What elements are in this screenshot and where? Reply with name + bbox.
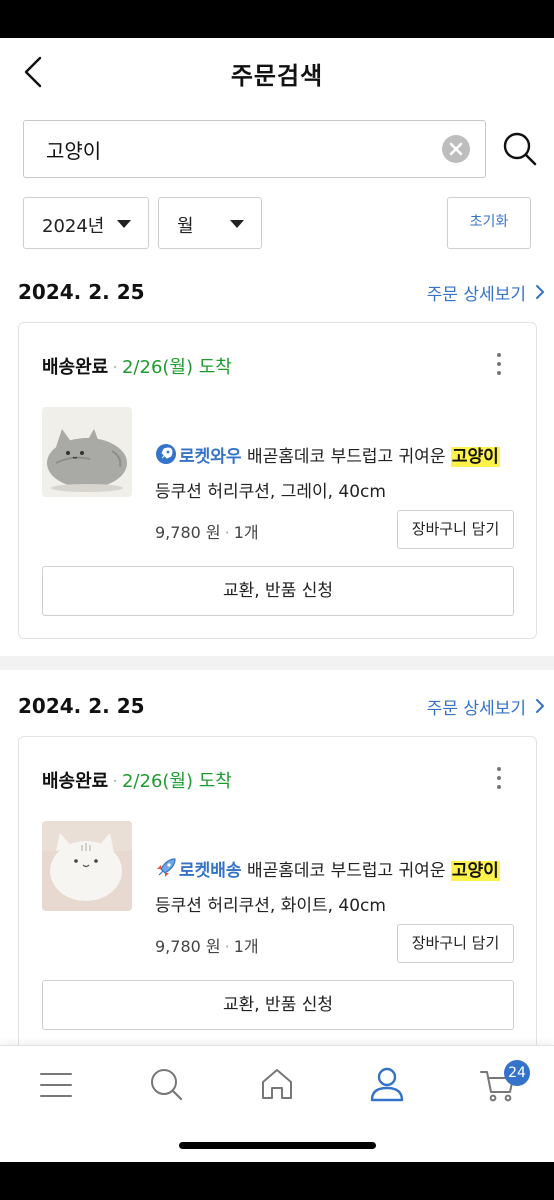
order-date: 2024. 2. 25 <box>18 280 145 304</box>
status-separator: · <box>112 357 118 378</box>
page-title: 주문검색 <box>230 62 324 90</box>
product-thumbnail[interactable] <box>42 821 132 911</box>
rocket-icon <box>155 857 177 890</box>
arrival-date: 2/26(월) 도착 <box>121 771 232 792</box>
gray-cat-cushion-image <box>42 407 132 497</box>
quantity: 1개 <box>233 937 259 956</box>
order-date: 2024. 2. 25 <box>18 694 145 718</box>
order-detail-label: 주문 상세보기 <box>426 285 526 305</box>
order-detail-link[interactable]: 주문 상세보기 <box>426 280 544 305</box>
more-dot-icon <box>497 767 501 771</box>
reset-button[interactable]: 초기화 <box>447 197 531 249</box>
home-indicator[interactable] <box>179 1142 376 1149</box>
price-quantity: 9,780 원 · 1개 <box>155 933 259 957</box>
product-name[interactable]: 로켓배송 배곧홈데코 부드럽고 귀여운 고양이 등쿠션 허리쿠션, 화이트, 4… <box>155 855 525 922</box>
delivery-status: 배송완료 · 2/26(월) 도착 <box>42 767 232 793</box>
product-name-text: 배곧홈데코 부드럽고 귀여운 <box>246 447 446 467</box>
more-dot-icon <box>497 353 501 357</box>
nav-home[interactable] <box>257 1064 297 1104</box>
more-dot-icon <box>497 362 501 366</box>
product-name-text: 배곧홈데코 부드럽고 귀여운 <box>246 861 446 881</box>
status-separator: · <box>112 771 118 792</box>
exchange-return-button[interactable]: 교환, 반품 신청 <box>42 980 514 1030</box>
caret-down-icon <box>230 220 244 228</box>
nav-my-page[interactable] <box>367 1064 407 1104</box>
month-select[interactable]: 월 <box>158 197 262 249</box>
product-name[interactable]: 로켓와우 배곧홈데코 부드럽고 귀여운 고양이 등쿠션 허리쿠션, 그레이, 4… <box>155 441 525 508</box>
arrival-date: 2/26(월) 도착 <box>121 357 232 378</box>
cart-count-badge: 24 <box>504 1060 530 1086</box>
month-select-value: 월 <box>177 216 194 237</box>
caret-down-icon <box>117 220 131 228</box>
product-thumbnail[interactable] <box>42 407 132 497</box>
price: 9,780 원 <box>155 937 221 956</box>
my-page-icon <box>370 1067 404 1102</box>
order-search-screen: 주문검색 2024년 월 초기화 2024. 2. 25 주문 상세보기 <box>0 38 554 1162</box>
search-highlight: 고양이 <box>450 861 500 881</box>
order-detail-label: 주문 상세보기 <box>426 699 526 719</box>
order-detail-link[interactable]: 주문 상세보기 <box>426 694 544 719</box>
nav-menu[interactable] <box>36 1064 76 1104</box>
price-separator: · <box>224 937 230 956</box>
menu-icon <box>40 1073 72 1097</box>
year-select-value: 2024년 <box>42 216 105 237</box>
clear-search-button[interactable] <box>442 135 470 163</box>
product-name-option: 등쿠션 허리쿠션, 그레이, 40cm <box>155 482 386 502</box>
price-quantity: 9,780 원 · 1개 <box>155 519 259 543</box>
rocket-badge: 로켓와우 <box>179 447 242 467</box>
product-name-option: 등쿠션 허리쿠션, 화이트, 40cm <box>155 896 386 916</box>
chevron-right-icon <box>536 699 544 713</box>
more-options-button[interactable] <box>492 353 506 381</box>
search-input[interactable] <box>46 135 426 163</box>
search-icon <box>151 1069 183 1101</box>
search-box <box>23 120 486 178</box>
delivery-status: 배송완료 · 2/26(월) 도착 <box>42 353 232 379</box>
search-icon <box>503 132 537 166</box>
rocket-wow-icon <box>155 443 177 476</box>
section-divider <box>0 656 554 670</box>
price-separator: · <box>224 523 230 542</box>
add-to-cart-button[interactable]: 장바구니 담기 <box>397 924 514 963</box>
search-highlight: 고양이 <box>450 447 500 467</box>
exchange-return-button[interactable]: 교환, 반품 신청 <box>42 566 514 616</box>
nav-search[interactable] <box>146 1064 186 1104</box>
more-dot-icon <box>497 371 501 375</box>
price: 9,780 원 <box>155 523 221 542</box>
rocket-badge: 로켓배송 <box>179 861 242 881</box>
white-cat-cushion-image <box>42 821 132 911</box>
close-icon <box>449 142 463 156</box>
chevron-right-icon <box>536 285 544 299</box>
status-label: 배송완료 <box>42 771 109 792</box>
more-options-button[interactable] <box>492 767 506 795</box>
header: 주문검색 <box>0 38 554 104</box>
order-card: 배송완료 · 2/26(월) 도착 <box>18 322 537 639</box>
order-card: 배송완료 · 2/26(월) 도착 <box>18 736 537 1053</box>
add-to-cart-button[interactable]: 장바구니 담기 <box>397 510 514 549</box>
home-icon <box>262 1069 292 1099</box>
year-select[interactable]: 2024년 <box>23 197 149 249</box>
bottom-navigation: 24 <box>0 1045 554 1162</box>
quantity: 1개 <box>233 523 259 542</box>
search-button[interactable] <box>500 128 540 170</box>
more-dot-icon <box>497 776 501 780</box>
status-label: 배송완료 <box>42 357 109 378</box>
more-dot-icon <box>497 785 501 789</box>
